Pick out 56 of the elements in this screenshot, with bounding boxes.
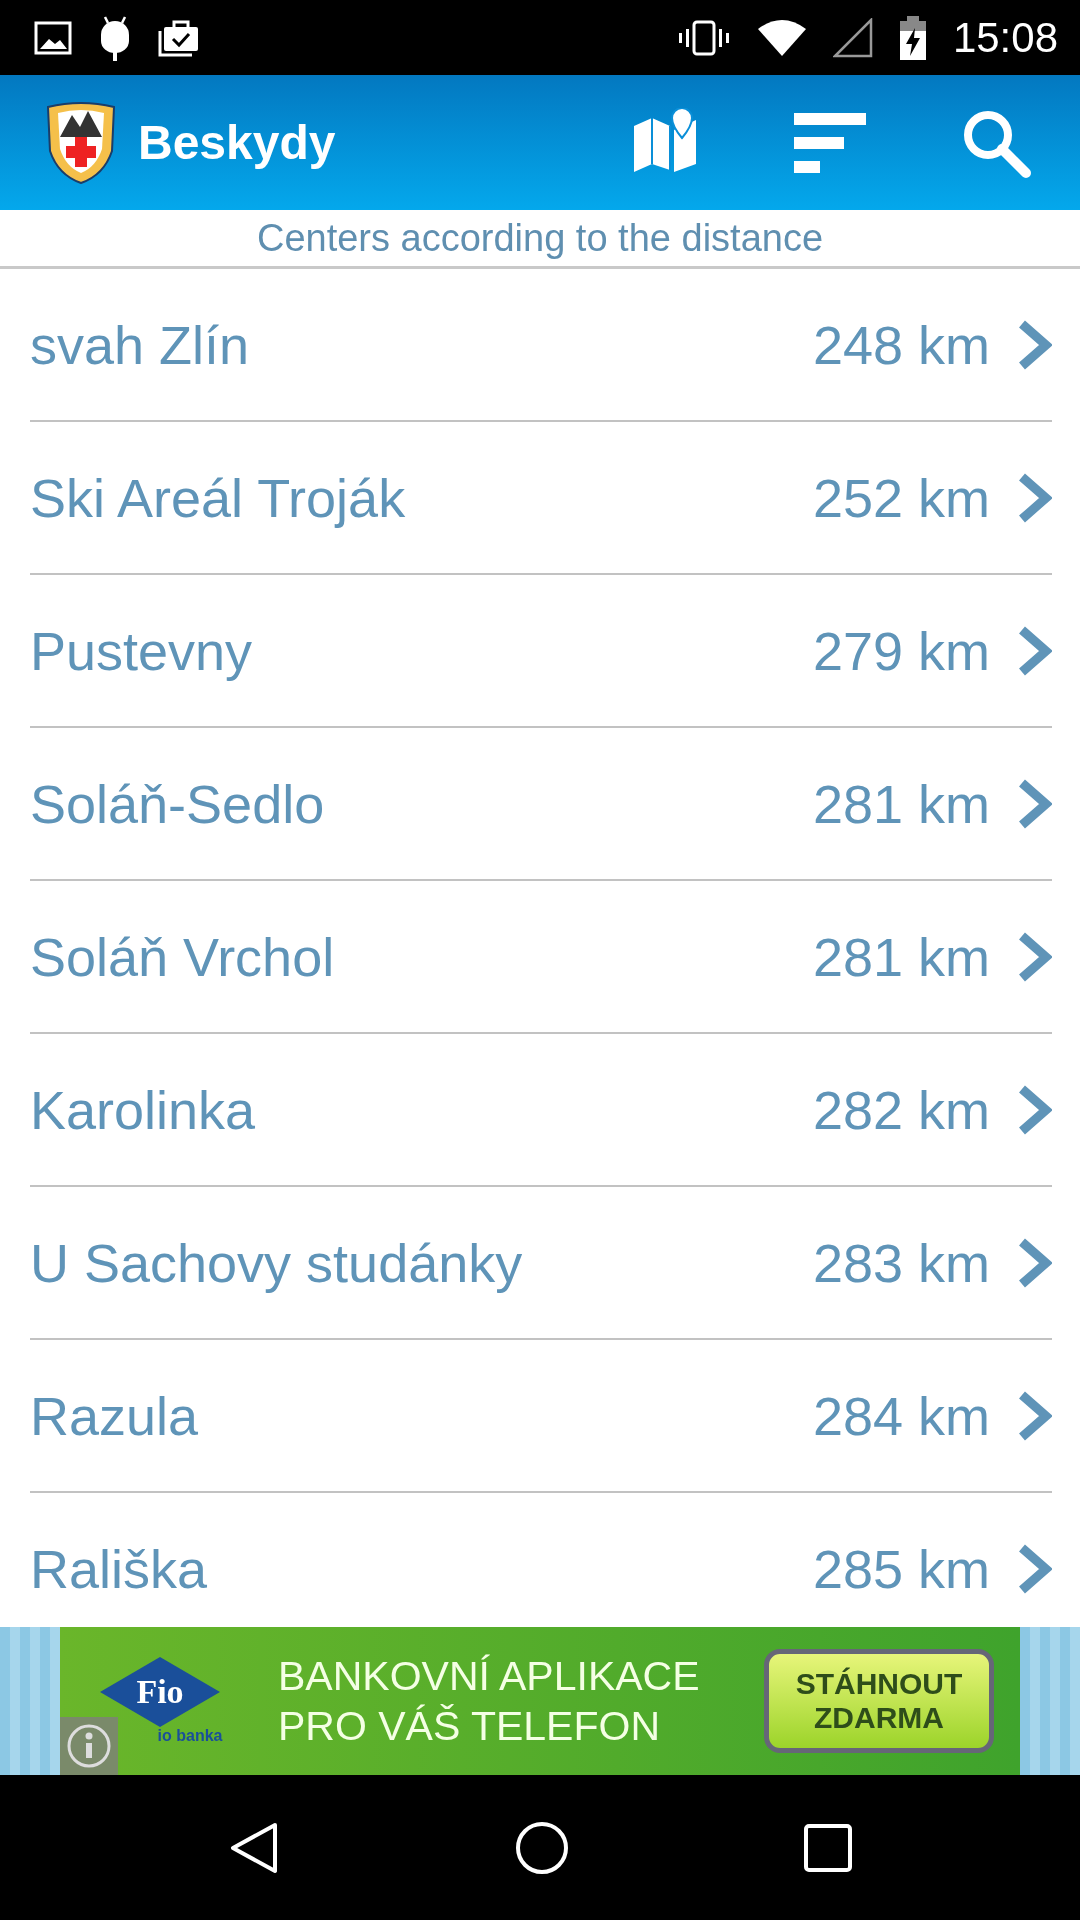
- signal-icon: [832, 17, 873, 58]
- ad-headline: BANKOVNÍ APLIKACE: [278, 1652, 700, 1701]
- logo-text: Fio: [136, 1673, 184, 1711]
- app-title: Beskydy: [138, 115, 336, 170]
- android-icon: [98, 14, 132, 61]
- center-name: Ski Areál Troják: [30, 466, 407, 529]
- briefcase-check-icon: [158, 18, 200, 57]
- wifi-icon: [756, 18, 807, 57]
- center-name: svah Zlín: [30, 313, 251, 376]
- recents-icon[interactable]: [803, 1822, 853, 1873]
- distance-label: 283 km: [812, 1231, 990, 1294]
- center-row[interactable]: U Sachovy studánky 283 km: [30, 1187, 1052, 1340]
- center-name: Rališka: [30, 1537, 209, 1600]
- distance-label: 252 km: [812, 466, 990, 529]
- shield-logo-icon: [44, 100, 118, 185]
- vibrate-icon: [676, 19, 731, 56]
- sort-icon[interactable]: [794, 112, 866, 173]
- home-icon[interactable]: [515, 1820, 569, 1875]
- center-row[interactable]: Soláň Vrchol 281 km: [30, 881, 1052, 1034]
- distance-label: 282 km: [812, 1078, 990, 1141]
- distance-label: 281 km: [812, 772, 990, 835]
- distance-label: 279 km: [812, 619, 990, 682]
- center-row[interactable]: Razula 284 km: [30, 1340, 1052, 1493]
- distance-label: 285 km: [812, 1537, 990, 1600]
- chevron-right-icon: [1018, 1543, 1052, 1594]
- chevron-right-icon: [1018, 625, 1052, 676]
- distance-label: 248 km: [812, 313, 990, 376]
- ad-headline: PRO VÁŠ TELEFON: [278, 1702, 661, 1751]
- image-icon: [34, 20, 72, 55]
- subtitle: Centers according to the distance: [0, 210, 1080, 269]
- center-name: Karolinka: [30, 1078, 257, 1141]
- chevron-right-icon: [1018, 472, 1052, 523]
- chevron-right-icon: [1018, 319, 1052, 370]
- info-icon[interactable]: [60, 1717, 118, 1775]
- center-name: Razula: [30, 1384, 200, 1447]
- center-name: Soláň-Sedlo: [30, 772, 326, 835]
- battery-charging-icon: [898, 15, 927, 60]
- center-name: Soláň Vrchol: [30, 925, 336, 988]
- ad-banner[interactable]: Fio io banka BANKOVNÍ APLIKACE PRO VÁŠ TELEFON STÁHNOUT ZDARMA: [60, 1627, 1020, 1775]
- center-row[interactable]: Soláň-Sedlo 281 km: [30, 728, 1052, 881]
- chevron-right-icon: [1018, 931, 1052, 982]
- center-name: U Sachovy studánky: [30, 1231, 524, 1294]
- center-name: Pustevny: [30, 619, 254, 682]
- center-row[interactable]: Karolinka 282 km: [30, 1034, 1052, 1187]
- center-row[interactable]: Pustevny 279 km: [30, 575, 1052, 728]
- brand-text: io banka: [157, 1727, 223, 1745]
- chevron-right-icon: [1018, 1390, 1052, 1441]
- download-button[interactable]: STÁHNOUT ZDARMA: [764, 1649, 994, 1753]
- chevron-right-icon: [1018, 1237, 1052, 1288]
- clock: 15:08: [952, 13, 1058, 62]
- center-row[interactable]: Ski Areál Troják 252 km: [30, 422, 1052, 575]
- chevron-right-icon: [1018, 778, 1052, 829]
- distance-label: 284 km: [812, 1384, 990, 1447]
- center-row[interactable]: svah Zlín 248 km: [30, 269, 1052, 422]
- distance-label: 281 km: [812, 925, 990, 988]
- chevron-right-icon: [1018, 1084, 1052, 1135]
